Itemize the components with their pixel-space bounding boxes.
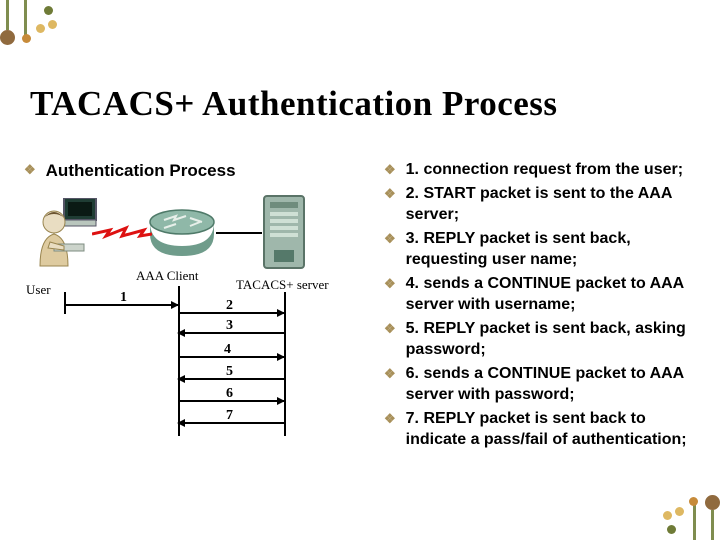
step-5-text: 5. REPLY packet is sent back, asking pas…	[406, 319, 702, 360]
seq-num-7: 7	[226, 408, 233, 424]
seq-num-2: 2	[226, 298, 233, 314]
step-4-text: 4. sends a CONTINUE packet to AAA server…	[406, 274, 702, 315]
left-column: ❖ Authentication Process	[24, 160, 362, 522]
link-user-router	[92, 222, 152, 246]
step-6: ❖ 6. sends a CONTINUE packet to AAA serv…	[384, 364, 702, 405]
step-7-text: 7. REPLY packet is sent back to indicate…	[406, 409, 702, 450]
step-2-text: 2. START packet is sent to the AAA serve…	[406, 184, 702, 225]
bullet-icon: ❖	[384, 366, 396, 383]
bullet-icon: ❖	[384, 162, 396, 179]
seq-num-5: 5	[226, 364, 233, 380]
server-label: TACACS+ server	[236, 277, 329, 293]
user-figure	[30, 198, 98, 272]
bullet-icon: ❖	[384, 186, 396, 203]
step-2: ❖ 2. START packet is sent to the AAA ser…	[384, 184, 702, 225]
aaa-client-label: AAA Client	[136, 268, 198, 284]
seq-num-1: 1	[120, 290, 127, 306]
step-1-text: 1. connection request from the user;	[406, 160, 683, 180]
body: ❖ Authentication Process	[24, 160, 702, 522]
page-title: TACACS+ Authentication Process	[30, 84, 558, 124]
step-1: ❖ 1. connection request from the user;	[384, 160, 702, 180]
slide: TACACS+ Authentication Process ❖ Authent…	[0, 0, 720, 540]
left-heading: ❖ Authentication Process	[24, 160, 362, 182]
right-column: ❖ 1. connection request from the user; ❖…	[384, 160, 702, 522]
bullet-icon: ❖	[384, 411, 396, 428]
step-3: ❖ 3. REPLY packet is sent back, requesti…	[384, 229, 702, 270]
seq-arrow-4	[178, 356, 284, 358]
step-6-text: 6. sends a CONTINUE packet to AAA server…	[406, 364, 702, 405]
bullet-icon: ❖	[24, 162, 36, 179]
seq-num-6: 6	[226, 386, 233, 402]
bullet-icon: ❖	[384, 321, 396, 338]
user-label: User	[26, 282, 51, 298]
seq-num-4: 4	[224, 342, 231, 358]
bullet-icon: ❖	[384, 276, 396, 293]
server-figure	[260, 192, 312, 272]
step-4: ❖ 4. sends a CONTINUE packet to AAA serv…	[384, 274, 702, 315]
step-7: ❖ 7. REPLY packet is sent back to indica…	[384, 409, 702, 450]
seq-num-3: 3	[226, 318, 233, 334]
bullet-icon: ❖	[384, 231, 396, 248]
lifeline-user	[64, 292, 66, 314]
step-3-text: 3. REPLY packet is sent back, requesting…	[406, 229, 702, 270]
router-figure	[146, 206, 218, 258]
link-router-server	[216, 232, 262, 234]
step-5: ❖ 5. REPLY packet is sent back, asking p…	[384, 319, 702, 360]
diagram: User AAA Client	[24, 192, 354, 447]
left-heading-text: Authentication Process	[46, 160, 236, 182]
